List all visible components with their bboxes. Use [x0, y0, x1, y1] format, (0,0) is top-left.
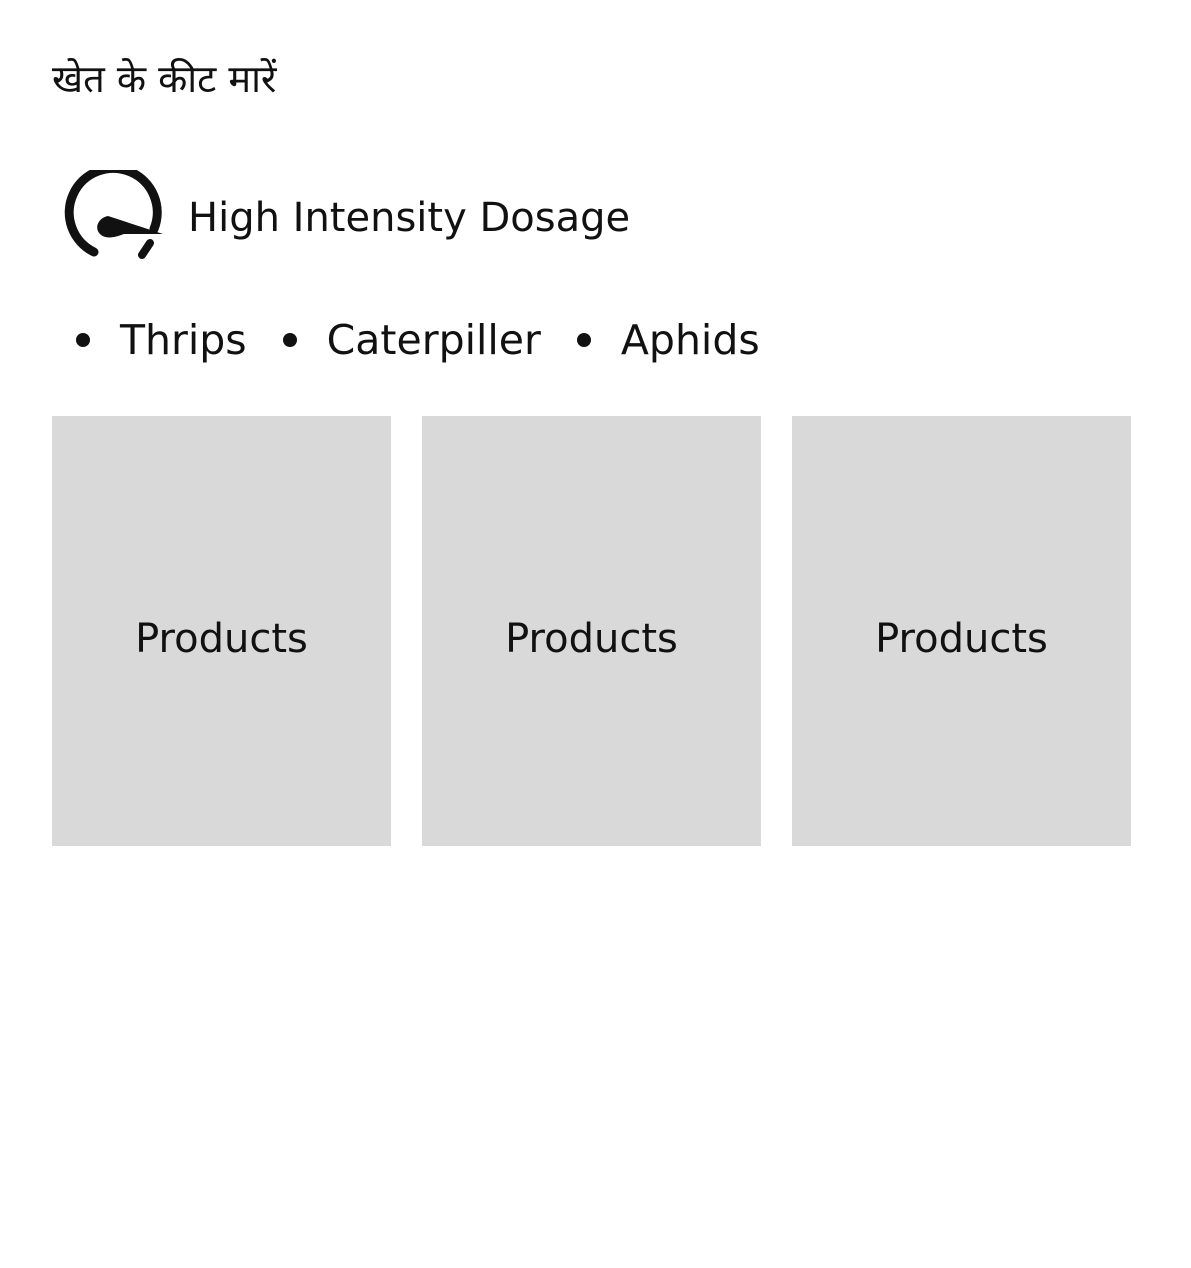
- pest-label: Thrips: [120, 316, 247, 364]
- product-card-label: Products: [505, 616, 678, 662]
- list-item: Caterpiller: [282, 313, 541, 367]
- product-card[interactable]: Products: [422, 416, 761, 846]
- pest-label: Aphids: [620, 316, 760, 364]
- pest-list: Thrips Caterpiller Aphids: [76, 313, 796, 367]
- bullet-icon: [76, 333, 90, 347]
- dosage-label: High Intensity Dosage: [188, 194, 631, 241]
- products-grid: Products Products Products: [52, 416, 1131, 846]
- page-title: खेत के कीट मारें: [52, 57, 277, 101]
- list-item: Thrips: [76, 313, 247, 367]
- product-card[interactable]: Products: [792, 416, 1131, 846]
- product-card-label: Products: [875, 616, 1048, 662]
- speedometer-icon: [64, 170, 163, 259]
- dosage-indicator: High Intensity Dosage: [58, 170, 630, 265]
- bullet-icon: [576, 333, 591, 347]
- bullet-icon: [282, 333, 297, 347]
- pest-label: Caterpiller: [326, 316, 541, 364]
- product-card[interactable]: Products: [52, 416, 391, 846]
- list-item: Aphids: [576, 313, 760, 367]
- product-card-label: Products: [135, 616, 308, 662]
